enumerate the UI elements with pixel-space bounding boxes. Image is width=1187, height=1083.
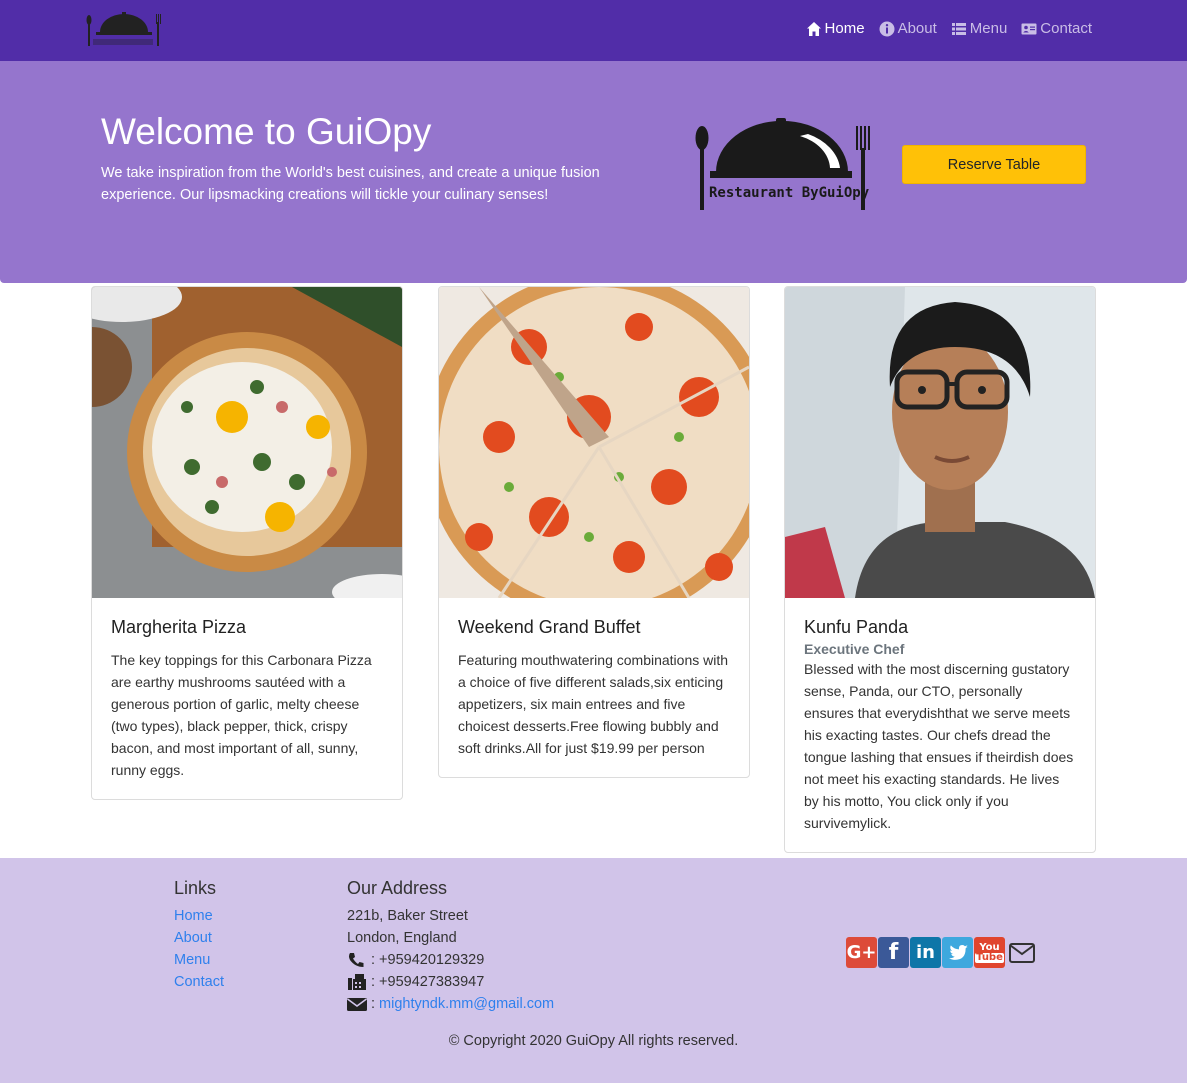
card-body: Kunfu Panda Executive Chef Blessed with … [785,598,1095,852]
jumbotron: Welcome to GuiOpy We take inspiration fr… [0,61,1187,283]
nav-item-home[interactable]: Home [806,20,865,37]
restaurant-logo: Restaurant ByGuiOpy [695,118,870,210]
jumbotron-text: We take inspiration from the World's bes… [101,165,600,203]
fax-line: : +959427383947 [347,971,554,993]
fax-icon [348,974,366,990]
nav-item-label: About [897,20,937,37]
fax-number: : +959427383947 [371,974,485,990]
buffet-pizza-image [439,287,749,598]
phone-line: : +959420129329 [347,949,554,971]
info-icon [879,21,895,36]
address-line: London, England [347,930,457,946]
footer-address: Our Address 221b, Baker Street London, E… [347,878,554,1015]
phone-icon [349,953,364,967]
footer-link-about[interactable]: About [174,927,224,949]
chef-photo [785,287,1095,598]
footer: Links Home About Menu Contact Our Addres… [0,858,1187,1083]
card-body: Margherita Pizza The key toppings for th… [92,598,402,799]
facebook-icon[interactable]: f [878,937,909,968]
footer-link-menu[interactable]: Menu [174,949,224,971]
address-heading: Our Address [347,878,448,898]
navbar: Home About Menu Contact [0,0,1187,61]
card-subtitle: Executive Chef [804,641,905,657]
address-card-icon [1021,23,1037,34]
dish-card-margherita: Margherita Pizza The key toppings for th… [91,286,403,800]
nav-item-label: Home [824,20,865,37]
card-text: Featuring mouthwatering combinations wit… [458,652,729,756]
reserve-table-button[interactable]: Reserve Table [902,145,1086,184]
google-plus-icon[interactable]: G+ [846,937,877,968]
linkedin-icon[interactable]: in [910,937,941,968]
copyright: © Copyright 2020 GuiOpy All rights reser… [448,1033,739,1049]
envelope-icon [347,998,367,1011]
dish-card-buffet: Weekend Grand Buffet Featuring mouthwate… [438,286,750,778]
nav-item-label: Contact [1040,20,1092,37]
card-body: Weekend Grand Buffet Featuring mouthwate… [439,598,749,777]
twitter-icon[interactable] [942,937,973,968]
nav-menu: Home About Menu Contact [806,20,1092,37]
brand-logo[interactable] [86,10,162,50]
social-links: G+ f in You Tube [846,937,1037,968]
nav-item-contact[interactable]: Contact [1021,20,1092,37]
email-prefix: : [371,996,376,1012]
jumbotron-title: Welcome to GuiOpy [101,111,432,152]
footer-links: Links Home About Menu Contact [174,878,224,993]
pizza-image [92,287,402,598]
youtube-icon[interactable]: You Tube [974,937,1005,968]
card-text: Blessed with the most discerning gustato… [804,661,1074,831]
email-line: : mightyndk.mm@gmail.com [347,993,554,1015]
nav-item-menu[interactable]: Menu [951,20,1008,37]
nav-item-about[interactable]: About [879,20,937,37]
card-title: Kunfu Panda [804,617,909,637]
nav-item-label: Menu [969,20,1008,37]
footer-link-home[interactable]: Home [174,905,224,927]
address-line: 221b, Baker Street [347,908,468,924]
logo-text: Restaurant ByGuiOpy [709,185,870,201]
home-icon [806,21,821,36]
footer-link-contact[interactable]: Contact [174,971,224,993]
card-title: Margherita Pizza [111,617,247,637]
mail-icon[interactable] [1006,937,1037,968]
links-heading: Links [174,878,217,898]
phone-number: : +959420129329 [371,952,485,968]
card-text: The key toppings for this Carbonara Pizz… [111,652,372,778]
chef-card: Kunfu Panda Executive Chef Blessed with … [784,286,1096,853]
list-icon [951,22,966,35]
card-title: Weekend Grand Buffet [458,617,641,637]
email-link[interactable]: mightyndk.mm@gmail.com [379,993,554,1015]
